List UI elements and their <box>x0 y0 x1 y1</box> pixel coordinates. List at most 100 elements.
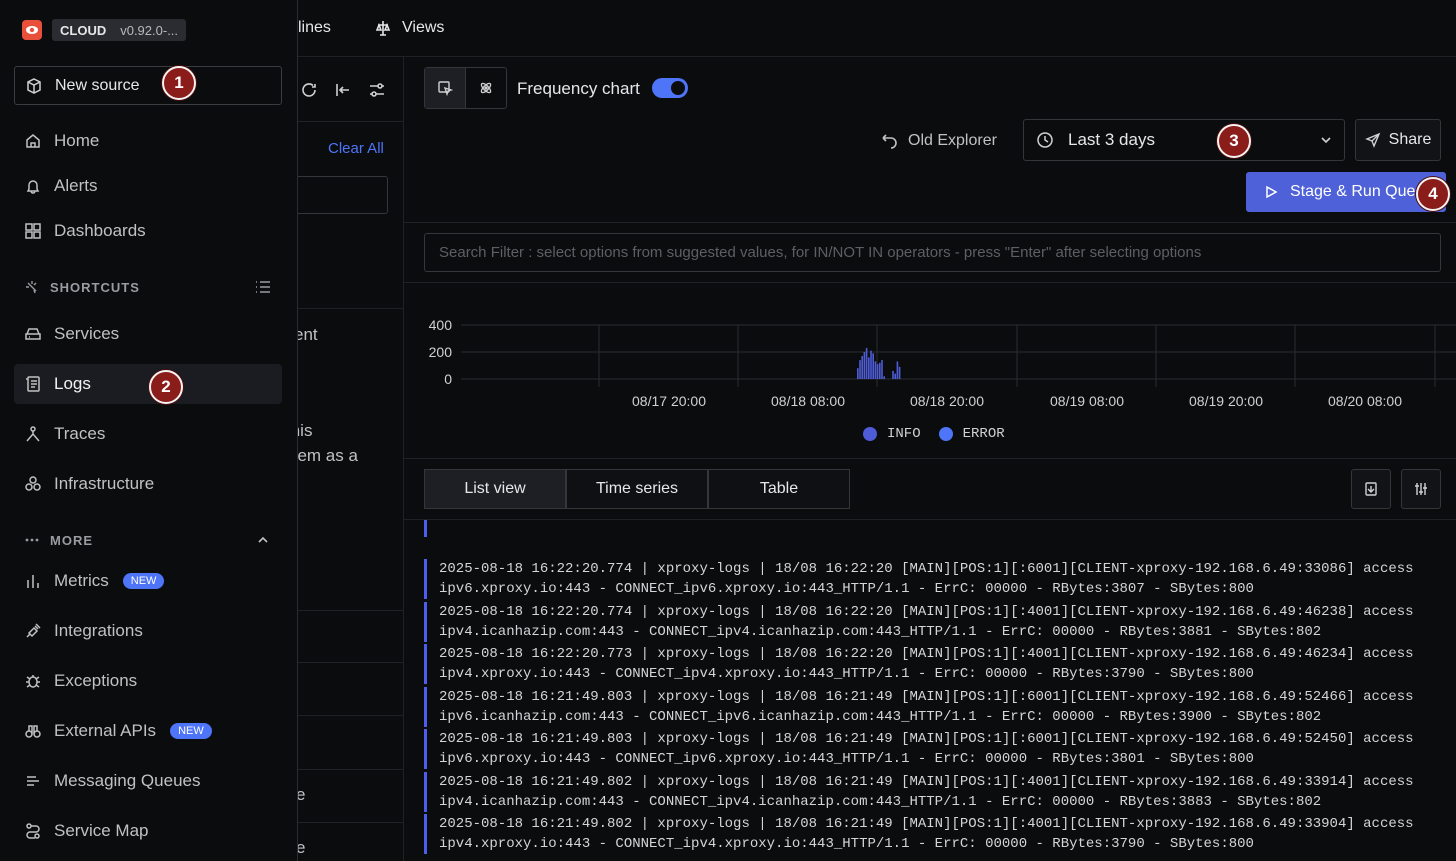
more-section-header[interactable]: MORE <box>24 532 93 548</box>
sidebar-item-label: Services <box>54 324 120 343</box>
undo-icon <box>882 134 897 149</box>
sidebar-item-dashboards[interactable]: Dashboards <box>14 211 282 251</box>
chart-bar <box>874 361 877 379</box>
sidebar-item-services[interactable]: Services <box>14 314 282 354</box>
plug-icon <box>24 622 42 640</box>
divider <box>298 610 403 611</box>
log-row[interactable]: 2025-08-18 16:21:49.802 | xproxy-logs | … <box>424 771 1456 812</box>
filter-panel: Clear All ent this hem as a e e <box>298 57 404 861</box>
log-line-body: ipv4.icanhazip.com:443 - CONNECT_ipv4.ic… <box>439 623 1322 640</box>
cursor-icon <box>438 81 453 96</box>
sliders-icon <box>1415 483 1427 495</box>
x-tick-label: 08/18 08:00 <box>771 393 845 409</box>
log-row[interactable]: 2025-08-18 16:21:49.802 | xproxy-logs | … <box>424 814 1456 854</box>
sidebar-item-metrics[interactable]: Metrics NEW <box>14 561 282 601</box>
log-line-body: ipv6.xproxy.io:443 - CONNECT_ipv6.xproxy… <box>439 581 1254 597</box>
sidebar-item-label: Logs <box>54 374 91 393</box>
chart-bar <box>859 360 861 379</box>
bell-icon <box>24 177 42 195</box>
log-row[interactable]: ipv6.icanhazip.com:443 - CONNECT_ipv6.ic… <box>424 520 1456 537</box>
log-line-body: ipv6.xproxy.io:443 - CONNECT_ipv6.xproxy… <box>439 751 1254 767</box>
list-manage-icon[interactable] <box>254 279 272 295</box>
stage-run-label: Stage & Run Query <box>1290 183 1429 200</box>
atom-icon <box>480 82 491 94</box>
grid-icon <box>24 222 42 240</box>
share-button[interactable]: Share <box>1355 119 1441 161</box>
divider <box>404 458 1456 459</box>
sidebar-item-alerts[interactable]: Alerts <box>14 166 282 206</box>
new-source-button[interactable]: New source <box>14 66 282 105</box>
divider <box>298 662 403 663</box>
sidebar-item-home[interactable]: Home <box>14 121 282 161</box>
atom-view-button[interactable] <box>466 68 507 108</box>
binoculars-icon <box>24 722 42 740</box>
log-row[interactable]: 2025-08-18 16:21:49.803 | xproxy-logs | … <box>424 686 1456 727</box>
chevron-up-icon[interactable] <box>256 533 270 547</box>
sidebar-item-logs[interactable]: Logs <box>14 364 282 404</box>
format-options-button[interactable] <box>1401 469 1441 509</box>
sidebar-item-traces[interactable]: Traces <box>14 414 282 454</box>
route-icon <box>24 822 42 840</box>
chart-bar <box>896 361 899 379</box>
logs-icon <box>24 375 42 393</box>
views-icon <box>374 19 392 37</box>
download-icon <box>1365 482 1377 496</box>
services-icon <box>24 325 42 343</box>
tab-list-view[interactable]: List view <box>424 469 566 509</box>
chart-bar <box>881 360 883 379</box>
version-badge: CLOUD v0.92.0-... <box>52 19 187 41</box>
y-tick-label: 0 <box>444 371 452 387</box>
log-row[interactable]: 2025-08-18 16:21:49.803 | xproxy-logs | … <box>424 729 1456 769</box>
refresh-icon[interactable] <box>300 81 318 99</box>
divider <box>298 121 403 122</box>
tab-time-series[interactable]: Time series <box>566 469 708 509</box>
x-tick-label: 08/19 08:00 <box>1050 393 1124 409</box>
clock-icon <box>1037 132 1053 148</box>
log-row[interactable]: 2025-08-18 16:22:20.774 | xproxy-logs | … <box>424 559 1456 599</box>
sidebar-item-infrastructure[interactable]: Infrastructure <box>14 464 282 504</box>
sidebar-item-label: Dashboards <box>54 221 146 240</box>
traces-icon <box>24 425 42 443</box>
search-filter-input[interactable]: Search Filter : select options from sugg… <box>424 233 1441 272</box>
sidebar-item-messaging-queues[interactable]: Messaging Queues <box>14 761 282 801</box>
view-mode-toggle <box>424 67 507 109</box>
settings-sliders-icon[interactable] <box>368 81 386 99</box>
tab-table[interactable]: Table <box>708 469 850 509</box>
nav-pipelines[interactable]: lines <box>298 19 331 37</box>
frequency-chart-toggle[interactable] <box>652 78 688 98</box>
chart-bar <box>898 366 901 379</box>
filter-search-input[interactable] <box>298 176 388 214</box>
time-range-select[interactable]: Last 3 days <box>1023 119 1345 161</box>
sidebar-item-label: Infrastructure <box>54 474 155 493</box>
share-label: Share <box>1388 131 1432 148</box>
cursor-select-button[interactable] <box>425 68 466 108</box>
sidebar-item-external-apis[interactable]: External APIs NEW <box>14 711 282 751</box>
sidebar-item-integrations[interactable]: Integrations <box>14 611 282 651</box>
log-line-header: 2025-08-18 16:21:49.802 | xproxy-logs | … <box>439 816 1414 832</box>
legend-swatch-error <box>938 427 953 441</box>
log-row[interactable]: 2025-08-18 16:22:20.773 | xproxy-logs | … <box>424 644 1456 684</box>
clear-all-link[interactable]: Clear All <box>328 140 384 157</box>
collapse-left-icon[interactable] <box>334 81 352 99</box>
x-tick-label: 08/20 08:00 <box>1328 393 1402 409</box>
logo-icon[interactable] <box>22 20 42 40</box>
download-button[interactable] <box>1351 469 1391 509</box>
send-icon <box>1364 132 1380 148</box>
divider <box>298 308 403 309</box>
panel-text-fragment: this <box>298 421 313 440</box>
chart-legend: INFO ERROR <box>863 426 1005 442</box>
sidebar-item-label: Messaging Queues <box>54 771 201 790</box>
sidebar-item-service-map[interactable]: Service Map <box>14 811 282 851</box>
old-explorer-label: Old Explorer <box>908 132 997 149</box>
log-row[interactable]: 2025-08-18 16:22:20.774 | xproxy-logs | … <box>424 601 1456 642</box>
sidebar-item-label: Home <box>54 131 100 150</box>
panel-text-fragment: e <box>298 838 305 858</box>
chart-bar <box>879 362 881 379</box>
x-tick-label: 08/18 20:00 <box>910 393 984 409</box>
sidebar-item-exceptions[interactable]: Exceptions <box>14 661 282 701</box>
chart-bar <box>857 368 859 379</box>
nav-views[interactable]: Views <box>374 19 444 37</box>
x-tick-label: 08/19 20:00 <box>1189 393 1263 409</box>
old-explorer-link[interactable]: Old Explorer <box>880 132 997 150</box>
legend-error: ERROR <box>962 426 1005 442</box>
